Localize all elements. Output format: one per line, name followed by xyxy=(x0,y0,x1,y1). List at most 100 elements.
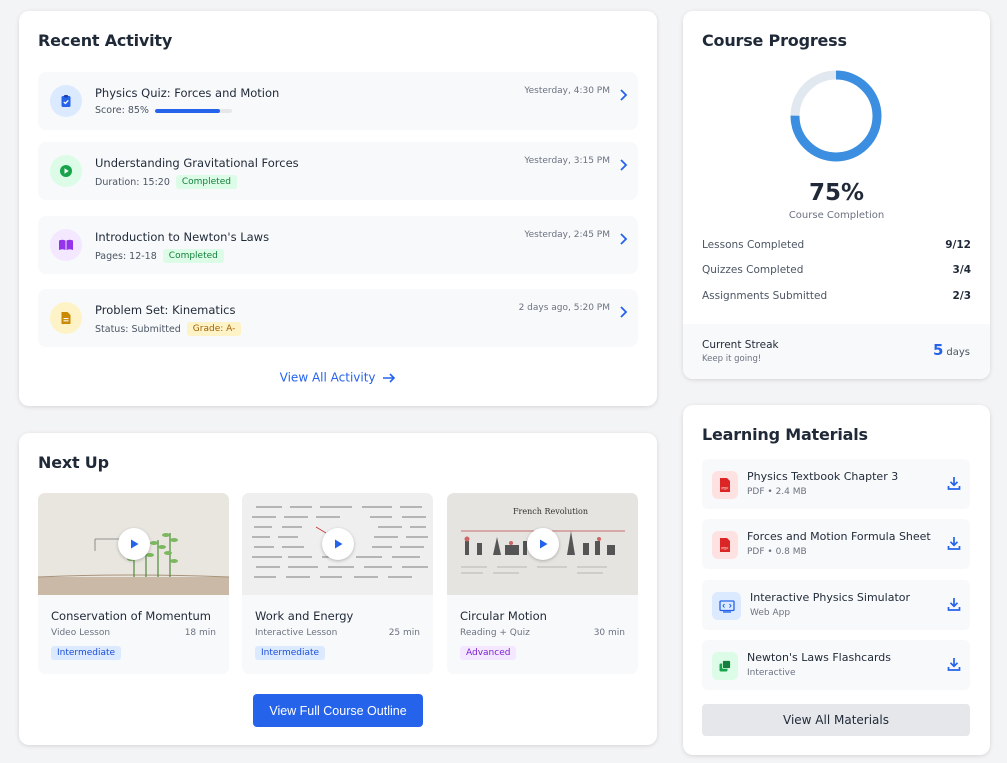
material-meta: PDF • 2.4 MB xyxy=(747,487,807,497)
material-title: Newton's Laws Flashcards xyxy=(747,651,892,664)
stat-row: Assignments Submitted 2/3 xyxy=(702,290,971,302)
material-title: Physics Textbook Chapter 3 xyxy=(747,470,899,483)
svg-text:PDF: PDF xyxy=(721,547,728,551)
streak-subtitle: Keep it going! xyxy=(702,354,762,364)
course-type: Video Lesson xyxy=(51,628,111,638)
recent-activity-title: Recent Activity xyxy=(38,31,173,50)
chevron-right-icon[interactable] xyxy=(618,232,628,246)
course-duration: 30 min xyxy=(593,628,625,638)
activity-title: Problem Set: Kinematics xyxy=(95,303,236,317)
play-icon xyxy=(540,539,548,549)
streak-count: 5 xyxy=(932,341,944,359)
stat-value: 2/3 xyxy=(952,290,971,302)
completion-percent: 75% xyxy=(808,180,865,206)
streak-title: Current Streak xyxy=(702,339,779,351)
thumbnail-caption: French Revolution xyxy=(513,507,588,516)
play-button[interactable] xyxy=(322,528,354,560)
material-item[interactable]: PDF Physics Textbook Chapter 3 PDF • 2.4… xyxy=(702,459,970,509)
course-progress-card: Course Progress 75% Course Completion Le… xyxy=(683,11,990,379)
stat-label: Lessons Completed xyxy=(702,239,805,251)
course-progress-title: Course Progress xyxy=(702,31,847,50)
view-all-materials-button[interactable]: View All Materials xyxy=(702,704,970,736)
stat-label: Assignments Submitted xyxy=(702,290,828,302)
material-item[interactable]: Newton's Laws Flashcards Interactive xyxy=(702,640,970,690)
status-badge: Completed xyxy=(175,175,237,189)
chevron-right-icon[interactable] xyxy=(618,88,628,102)
streak-panel: Current Streak Keep it going! 5 days xyxy=(683,324,990,379)
material-meta: Web App xyxy=(750,608,791,618)
next-up-title: Next Up xyxy=(38,453,109,472)
stat-value: 9/12 xyxy=(945,239,971,251)
chevron-right-icon[interactable] xyxy=(618,158,628,172)
download-icon[interactable] xyxy=(947,536,961,550)
activity-title: Introduction to Newton's Laws xyxy=(95,230,270,244)
play-button[interactable] xyxy=(527,528,559,560)
activity-item[interactable]: Physics Quiz: Forces and Motion Score: 8… xyxy=(38,72,638,130)
activity-item[interactable]: Introduction to Newton's Laws Pages: 12-… xyxy=(38,216,638,274)
svg-text:PDF: PDF xyxy=(721,487,728,491)
grade-badge: Grade: A- xyxy=(186,322,242,336)
activity-title: Understanding Gravitational Forces xyxy=(95,156,299,170)
course-card[interactable]: Work and Energy Interactive Lesson 25 mi… xyxy=(242,493,433,674)
view-all-activity-link[interactable]: View All Activity xyxy=(19,370,657,385)
pdf-icon: PDF xyxy=(712,531,738,559)
material-item[interactable]: PDF Forces and Motion Formula Sheet PDF … xyxy=(702,519,970,569)
cards-icon xyxy=(712,652,738,680)
play-circle-icon xyxy=(50,155,82,187)
activity-time: 2 days ago, 5:20 PM xyxy=(518,303,610,313)
material-title: Forces and Motion Formula Sheet xyxy=(747,530,931,543)
material-meta: Interactive xyxy=(747,668,796,678)
completion-label: Course Completion xyxy=(788,210,885,221)
stat-row: Lessons Completed 9/12 xyxy=(702,239,971,251)
level-badge: Advanced xyxy=(460,646,517,660)
book-open-icon xyxy=(50,229,82,261)
play-icon xyxy=(335,539,343,549)
stat-value: 3/4 xyxy=(952,264,971,276)
level-badge: Intermediate xyxy=(51,646,122,660)
stat-row: Quizzes Completed 3/4 xyxy=(702,264,971,276)
course-title: Conservation of Momentum xyxy=(51,609,211,623)
status-badge: Completed xyxy=(162,249,224,263)
material-item[interactable]: Interactive Physics Simulator Web App xyxy=(702,580,970,630)
clipboard-check-icon xyxy=(50,85,82,117)
course-duration: 25 min xyxy=(388,628,420,638)
learning-materials-title: Learning Materials xyxy=(702,425,868,444)
level-badge: Intermediate xyxy=(255,646,326,660)
document-icon xyxy=(50,302,82,334)
play-icon xyxy=(131,539,139,549)
stat-label: Quizzes Completed xyxy=(702,264,804,276)
recent-activity-card: Recent Activity Physics Quiz: Forces and… xyxy=(19,11,657,406)
activity-time: Yesterday, 2:45 PM xyxy=(524,230,610,240)
streak-unit: days xyxy=(946,347,970,358)
course-duration: 18 min xyxy=(184,628,216,638)
course-title: Work and Energy xyxy=(255,609,354,623)
activity-time: Yesterday, 3:15 PM xyxy=(524,156,610,166)
activity-item[interactable]: Problem Set: Kinematics Status: Submitte… xyxy=(38,289,638,347)
course-card[interactable]: Conservation of Momentum Video Lesson 18… xyxy=(38,493,229,674)
score-progress-fill xyxy=(154,108,221,113)
code-window-icon xyxy=(712,592,741,620)
score-progress-bar xyxy=(154,108,232,113)
material-title: Interactive Physics Simulator xyxy=(750,591,911,604)
streak-value: 5 days xyxy=(933,341,970,359)
activity-score: Score: 85% xyxy=(95,105,149,116)
course-card[interactable]: French Revolution Circular Motion Readin… xyxy=(447,493,638,674)
activity-title: Physics Quiz: Forces and Motion xyxy=(95,86,280,100)
play-button[interactable] xyxy=(118,528,150,560)
activity-duration: Duration: 15:20 xyxy=(95,176,170,188)
view-full-course-outline-button[interactable]: View Full Course Outline xyxy=(253,694,423,727)
download-icon[interactable] xyxy=(947,476,961,490)
activity-status: Status: Submitted xyxy=(95,323,181,335)
activity-item[interactable]: Understanding Gravitational Forces Durat… xyxy=(38,142,638,200)
chevron-right-icon[interactable] xyxy=(618,305,628,319)
pdf-icon: PDF xyxy=(712,471,738,499)
course-type: Interactive Lesson xyxy=(255,628,338,638)
activity-time: Yesterday, 4:30 PM xyxy=(524,86,610,96)
course-title: Circular Motion xyxy=(460,609,547,623)
download-icon[interactable] xyxy=(947,597,961,611)
progress-donut xyxy=(790,70,882,162)
download-icon[interactable] xyxy=(947,657,961,671)
next-up-card: Next Up Conservation of Momentum Video L… xyxy=(19,433,657,745)
activity-pages: Pages: 12-18 xyxy=(95,250,157,262)
learning-materials-card: Learning Materials PDF Physics Textbook … xyxy=(683,405,990,755)
